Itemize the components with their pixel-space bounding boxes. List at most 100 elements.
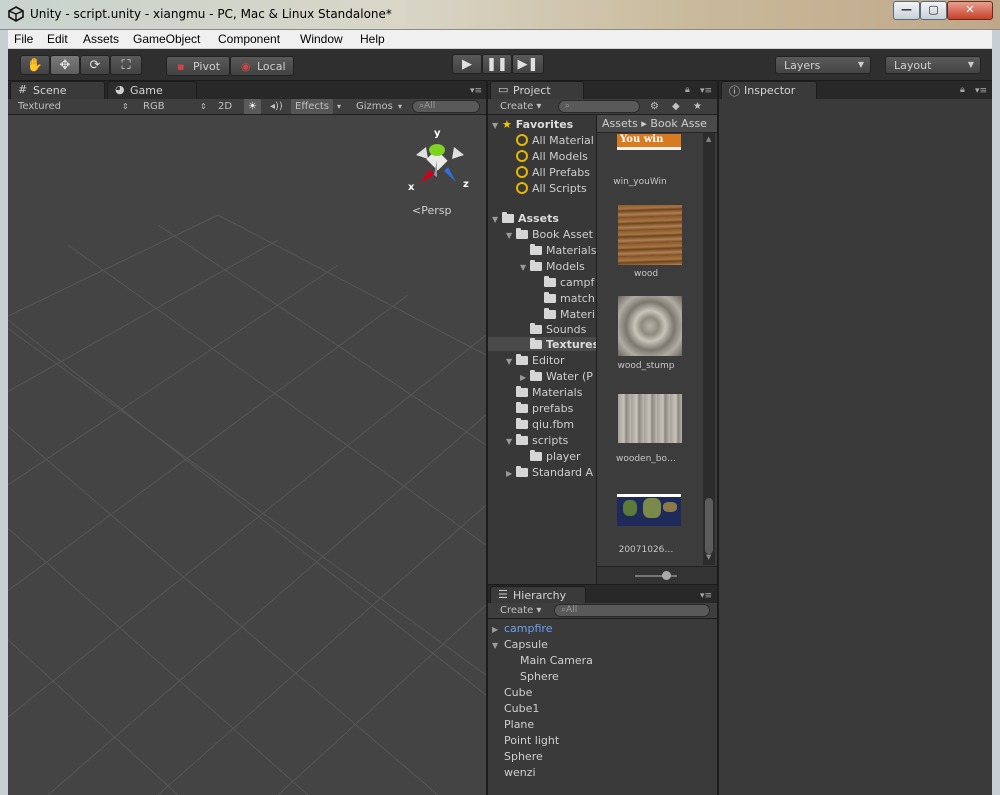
hierarchy-control-bar: Create ▾ ⌕All (488, 603, 717, 619)
effects-dropdown[interactable]: Effects (291, 99, 333, 114)
hierarchy-item[interactable]: Point light (492, 734, 559, 747)
folder-tree-item[interactable]: ▼ scripts (506, 434, 568, 447)
tab-hierarchy[interactable]: ☰ Hierarchy (490, 586, 586, 604)
hierarchy-item[interactable]: Sphere (508, 670, 559, 683)
lock-icon[interactable]: 🔒︎ (685, 85, 690, 95)
breadcrumb-path[interactable]: Assets ▸ Book Asse (602, 117, 707, 130)
gizmos-dropdown[interactable]: Gizmos (356, 101, 393, 112)
favorite-item[interactable]: All Scripts (516, 182, 587, 195)
favorite-star-icon[interactable]: ★ (693, 101, 702, 112)
menu-window[interactable]: Window (300, 32, 343, 46)
move-tool-button[interactable]: ✥ (50, 55, 80, 75)
splitter[interactable] (486, 81, 488, 795)
panel-menu-icon[interactable]: ▾≡ (470, 86, 482, 96)
folder-tree-item[interactable]: qiu.fbm (506, 418, 574, 431)
folder-tree-item[interactable]: Materials (520, 244, 596, 257)
maximize-button[interactable]: ▢ (920, 1, 947, 20)
pivot-toggle[interactable]: ▪ Pivot (166, 56, 230, 76)
folder-tree-item[interactable]: player (520, 450, 581, 463)
panel-menu-icon[interactable]: ▾≡ (700, 591, 712, 601)
scene-search-input[interactable]: ⌕All (412, 100, 480, 113)
favorite-item[interactable]: All Material (516, 134, 594, 147)
close-button[interactable]: ✕ (947, 1, 993, 20)
asset-thumbnail[interactable] (618, 394, 682, 443)
folder-icon (516, 418, 528, 429)
hierarchy-item[interactable]: Main Camera (508, 654, 593, 667)
shading-mode-dropdown[interactable]: Textured (18, 101, 61, 112)
thumbnail-size-handle[interactable] (662, 571, 671, 580)
pause-button[interactable]: ❚❚ (482, 54, 512, 74)
filter-label-icon[interactable]: ◆ (672, 101, 680, 112)
menu-help[interactable]: Help (360, 32, 385, 46)
splitter[interactable] (488, 584, 717, 585)
hand-tool-button[interactable]: ✋ (20, 55, 50, 75)
play-button[interactable]: ▶ (452, 54, 482, 74)
folder-tree-item[interactable]: prefabs (506, 402, 573, 415)
hierarchy-item[interactable]: ▶ campfire (492, 622, 552, 635)
audio-toggle-icon[interactable]: ◂)) (270, 101, 283, 112)
tab-inspector[interactable]: ⓘ Inspector (721, 81, 817, 99)
menu-edit[interactable]: Edit (47, 32, 68, 46)
project-create-button[interactable]: Create ▾ (500, 101, 541, 112)
gizmo-y-label: y (434, 128, 441, 139)
local-toggle[interactable]: ◉ Local (230, 56, 294, 76)
layout-dropdown[interactable]: Layout ▼ (885, 56, 981, 74)
tab-project[interactable]: ▭ Project (490, 81, 584, 99)
asset-scrollbar[interactable]: ▲ ▼ (703, 133, 715, 565)
lock-icon[interactable]: 🔒︎ (960, 85, 965, 95)
menu-assets[interactable]: Assets (83, 32, 119, 46)
folder-tree-item[interactable]: ▼ Book Asset (506, 228, 593, 241)
scale-tool-button[interactable]: ⛶ (110, 55, 142, 75)
tab-game[interactable]: ◕ Game (107, 81, 197, 99)
asset-thumbnail[interactable]: You win (617, 134, 681, 150)
hierarchy-item[interactable]: Cube1 (492, 702, 539, 715)
hierarchy-item[interactable]: wenzi (492, 766, 536, 779)
asset-thumbnail[interactable] (618, 205, 682, 265)
folder-tree-item[interactable]: Sounds (520, 323, 586, 336)
hierarchy-item[interactable]: Cube (492, 686, 532, 699)
project-search-input[interactable]: ⌕ (558, 100, 640, 113)
panel-menu-icon[interactable]: ▾≡ (975, 86, 987, 96)
asset-thumbnail[interactable] (617, 494, 681, 526)
menu-component[interactable]: Component (218, 32, 280, 46)
lighting-toggle-icon[interactable]: ☀ (244, 99, 261, 114)
folder-tree-item[interactable]: campf (534, 276, 594, 289)
render-channel-dropdown[interactable]: RGB (143, 101, 165, 112)
folder-tree-item[interactable]: ▶ Standard A (506, 466, 593, 479)
menu-file[interactable]: File (14, 32, 33, 46)
splitter[interactable] (717, 81, 719, 795)
favorite-item[interactable]: All Models (516, 150, 588, 163)
scroll-up-icon[interactable]: ▲ (706, 135, 711, 143)
step-button[interactable]: ▶❚ (512, 54, 544, 74)
scroll-thumb[interactable] (705, 498, 713, 554)
folder-tree-item[interactable]: Materials (506, 386, 582, 399)
favorites-header[interactable]: ▼ ★ Favorites (492, 118, 573, 131)
assets-root[interactable]: ▼ Assets (492, 212, 559, 225)
rotate-tool-button[interactable]: ⟳ (80, 55, 110, 75)
menu-gameobject[interactable]: GameObject (133, 32, 200, 46)
layers-dropdown[interactable]: Layers ▼ (775, 56, 871, 74)
panel-menu-icon[interactable]: ▾≡ (700, 86, 712, 96)
folder-tree-item[interactable]: match (534, 292, 595, 305)
unity-logo-icon (8, 6, 24, 22)
tab-scene[interactable]: # Scene (10, 81, 105, 99)
folder-tree-item[interactable]: ▶ Water (P (520, 370, 593, 383)
folder-tree-item[interactable]: Materi (534, 308, 595, 321)
folder-tree-item[interactable]: ▼ Editor (506, 354, 565, 367)
asset-thumbnail[interactable] (618, 296, 682, 356)
folder-tree-item-selected[interactable]: Textures (520, 338, 596, 351)
favorite-item[interactable]: All Prefabs (516, 166, 590, 179)
hierarchy-item[interactable]: Plane (492, 718, 534, 731)
hierarchy-search-input[interactable]: ⌕All (554, 604, 710, 617)
scene-viewport[interactable]: y x z <Persp (8, 115, 486, 795)
persp-label[interactable]: <Persp (412, 204, 451, 217)
hierarchy-create-button[interactable]: Create ▾ (500, 605, 541, 616)
filter-type-icon[interactable]: ⚙ (650, 101, 659, 112)
folder-tree-item[interactable]: ▼ Models (520, 260, 585, 273)
mode-2d-toggle[interactable]: 2D (218, 101, 232, 112)
minimize-button[interactable]: — (893, 1, 920, 20)
thumbnail-stripe (617, 494, 681, 497)
scroll-down-icon[interactable]: ▼ (706, 553, 711, 561)
hierarchy-item[interactable]: Sphere (492, 750, 543, 763)
hierarchy-item[interactable]: ▼ Capsule (492, 638, 548, 651)
